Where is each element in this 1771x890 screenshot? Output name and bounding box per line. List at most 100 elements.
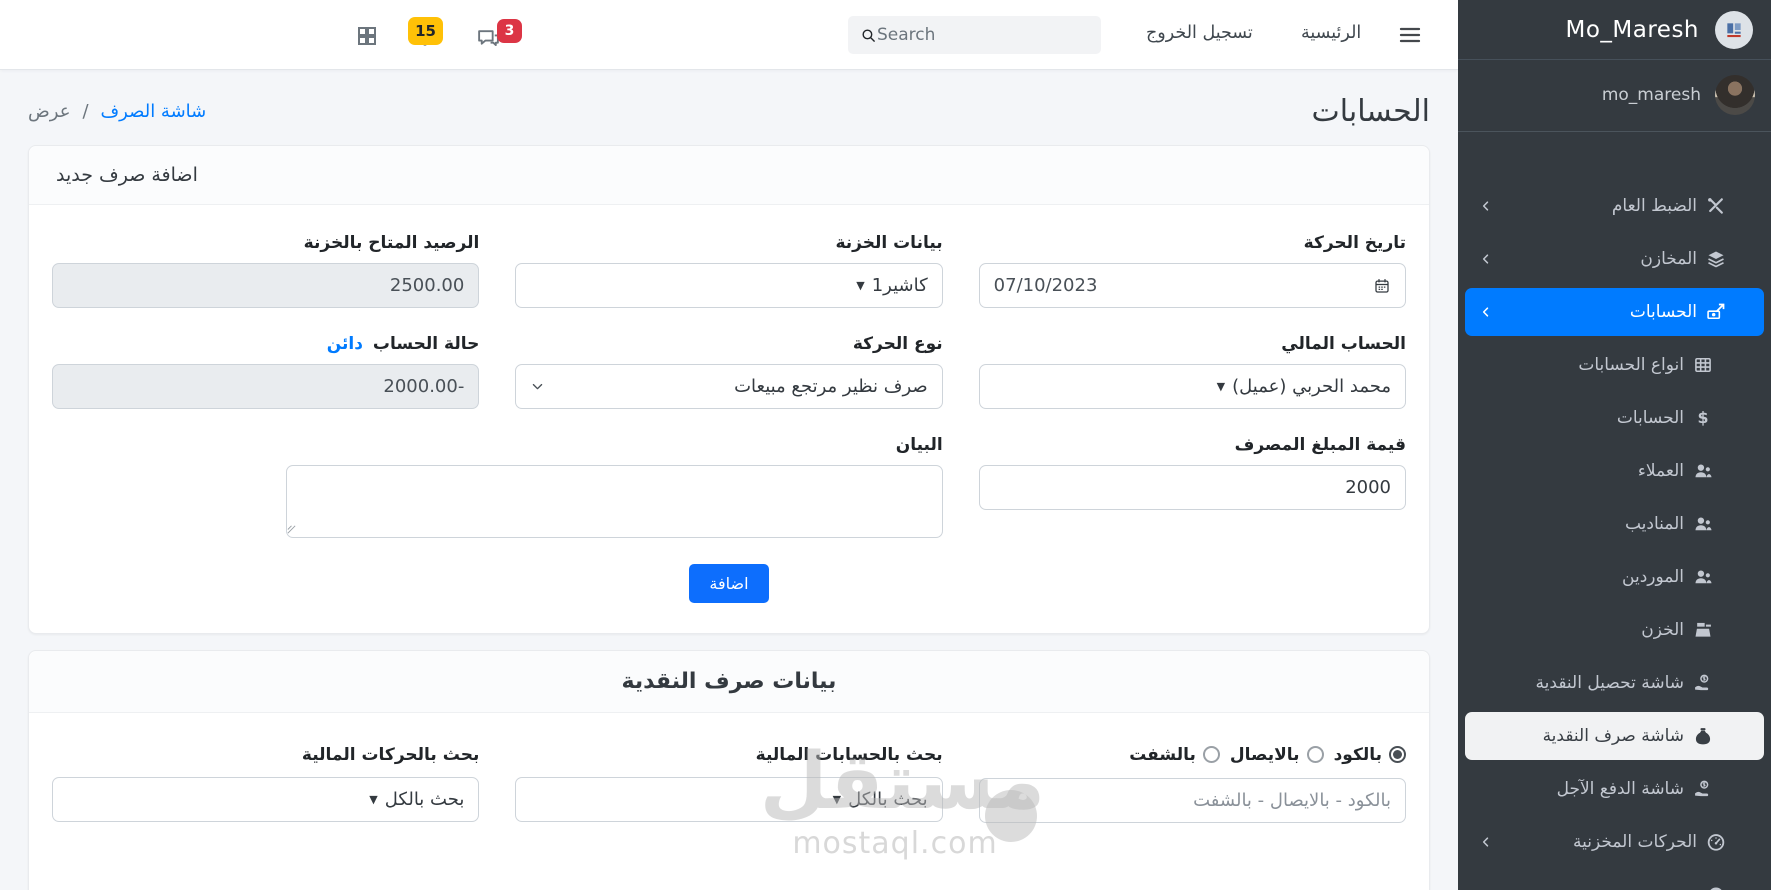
add-expense-card-title: اضافة صرف جديد (29, 146, 1429, 205)
movement-date-label: تاريخ الحركة (1303, 233, 1406, 253)
main-content: الحسابات شاشة الصرف / عرض اضافة صرف جديد… (0, 70, 1458, 890)
sidebar-item-cash-collection-screen[interactable]: شاشة تحصيل النقدية (1465, 659, 1764, 707)
tools-icon (1706, 196, 1726, 216)
caret-down-icon: ▼ (832, 793, 842, 806)
circle-icon (1706, 885, 1726, 890)
treasury-select[interactable]: كاشير1 ▼ (515, 263, 943, 308)
code-search-input[interactable] (978, 778, 1406, 823)
notifications-bell-icon[interactable]: 15 (408, 17, 443, 49)
breadcrumb: شاشة الصرف / عرض (28, 101, 206, 122)
hamburger-menu-icon[interactable] (1398, 23, 1422, 47)
statement-textarea[interactable] (285, 465, 943, 538)
calendar-icon[interactable] (1373, 277, 1391, 295)
field-available-balance: الرصيد المتاح بالخزنة 2500.00 (52, 233, 480, 308)
radio-by-code[interactable]: بالكود (1334, 745, 1406, 765)
sidebar-item-account-types[interactable]: انواع الحسابات (1465, 341, 1764, 389)
apps-grid-icon[interactable] (355, 24, 379, 48)
home-link[interactable]: الرئيسية (1301, 23, 1361, 43)
cash-expense-data-card: بيانات صرف النقدية بالكود بالايصال بالشف… (28, 650, 1430, 890)
handdollar-icon (1693, 779, 1713, 799)
statement-label: البيان (895, 435, 943, 455)
chevron-left-icon (1479, 252, 1493, 266)
field-movement-type: نوع الحركة صرف نظير مرتجع مبيعات (515, 334, 943, 409)
available-balance-value: 2500.00 (389, 275, 465, 296)
handdollar-icon (1693, 673, 1713, 693)
chevron-down-icon (530, 379, 545, 394)
field-accounts-search: بحث بالحسابات المالية بحث بالكل ▼ (515, 741, 943, 823)
movements-search-select[interactable]: بحث بالكل ▼ (52, 777, 480, 822)
sidebar-item-deferred-payment-screen[interactable]: شاشة الدفع الآجل (1465, 765, 1764, 813)
search-bar (848, 16, 1101, 54)
field-treasury: بيانات الخزنة كاشير1 ▼ (515, 233, 943, 308)
sidebar-item-accounts-list[interactable]: الحسابات (1465, 394, 1764, 442)
breadcrumb-link[interactable]: شاشة الصرف (101, 101, 207, 122)
boxes-icon (1706, 249, 1726, 269)
treasury-label: بيانات الخزنة (835, 233, 943, 253)
financial-account-select[interactable]: محمد الحربي (عميل) ▼ (978, 364, 1406, 409)
sidebar-item-general-settings[interactable]: الضبط العام (1465, 182, 1764, 230)
search-mode-radio-group: بالكود بالايصال بالشفت (979, 741, 1406, 768)
breadcrumb-separator: / (82, 101, 89, 122)
sidebar-item-treasuries[interactable]: الخزن (1465, 606, 1764, 654)
sidebar-item-cash-expense-screen[interactable]: شاشة صرف النقدية (1465, 712, 1764, 760)
sidebar-item-partial-item[interactable] (1465, 871, 1764, 890)
sidebar-item-label: شاشة صرف النقدية (1542, 726, 1684, 746)
sidebar-item-accounts[interactable]: الحسابات (1465, 288, 1764, 336)
movement-type-select[interactable]: صرف نظير مرتجع مبيعات (515, 364, 943, 409)
brand[interactable]: Mo_Maresh (1458, 0, 1771, 60)
sidebar-item-label: الحسابات (1629, 302, 1697, 322)
sidebar-item-label: الحركات المخزنية (1573, 832, 1697, 852)
movement-date-input[interactable]: 07/10/2023 (978, 263, 1406, 308)
sidebar-item-warehouses[interactable]: المخازن (1465, 235, 1764, 283)
sidebar-item-label: الخزن (1641, 620, 1684, 640)
sidebar-item-label: انواع الحسابات (1578, 355, 1684, 375)
users-icon (1693, 567, 1713, 587)
topbar: 15 3 تسجيل الخروج الرئيسية (0, 0, 1458, 70)
sidebar-menu: الضبط العام المخازن الحسابات انواع الحسابات… (1458, 132, 1771, 890)
page-title: الحسابات (1311, 94, 1430, 129)
search-icon (860, 27, 877, 44)
account-status-amount-value: -2000.00 (383, 376, 465, 397)
field-amount: قيمة المبلغ المصرف (978, 435, 1406, 538)
sidebar-item-label: الموردين (1622, 567, 1684, 587)
sidebar-item-suppliers[interactable]: الموردين (1465, 553, 1764, 601)
chevron-left-icon (1479, 199, 1493, 213)
sidebar-item-label: شاشة تحصيل النقدية (1535, 673, 1684, 693)
caret-down-icon: ▼ (856, 279, 865, 292)
messages-chat-icon[interactable]: 3 (476, 19, 522, 51)
brand-name: Mo_Maresh (1565, 16, 1699, 43)
sidebar-item-label: الحسابات (1616, 408, 1684, 428)
sidebar-item-label: الضبط العام (1611, 196, 1697, 216)
field-account-status: حالة الحساب دائن -2000.00 (52, 334, 480, 409)
breadcrumb-current: عرض (28, 101, 71, 122)
search-input[interactable] (877, 25, 1096, 45)
radio-icon[interactable] (1202, 746, 1220, 763)
caret-down-icon: ▼ (369, 793, 378, 806)
radio-icon[interactable] (1389, 746, 1406, 763)
available-balance-input: 2500.00 (52, 263, 480, 308)
field-statement: البيان (52, 435, 943, 538)
treasury-value: كاشير1 (871, 275, 928, 296)
sidebar-item-delegates[interactable]: المناديب (1465, 500, 1764, 548)
account-status-amount-input: -2000.00 (52, 364, 480, 409)
account-status-label: حالة الحساب دائن (326, 334, 480, 354)
moneychart-icon (1706, 302, 1726, 322)
user-panel[interactable]: mo_maresh (1458, 60, 1771, 132)
accounts-search-select[interactable]: بحث بالكل ▼ (515, 777, 943, 822)
radio-by-shift[interactable]: بالشفت (1129, 745, 1220, 765)
resize-handle-icon[interactable] (286, 524, 297, 535)
brand-logo-icon (1724, 20, 1744, 40)
available-balance-label: الرصيد المتاح بالخزنة (303, 233, 480, 253)
sidebar-item-label: المناديب (1624, 514, 1684, 534)
radio-icon[interactable] (1306, 746, 1324, 763)
table-icon (1693, 355, 1713, 375)
chevron-left-icon (1479, 835, 1493, 849)
logout-link[interactable]: تسجيل الخروج (1146, 23, 1253, 43)
radio-by-receipt[interactable]: بالايصال (1230, 745, 1324, 765)
amount-input[interactable] (978, 465, 1406, 510)
add-button[interactable]: اضافة (689, 564, 769, 603)
moneybag-icon (1693, 726, 1713, 746)
sidebar-item-customers[interactable]: العملاء (1465, 447, 1764, 495)
movement-date-value: 07/10/2023 (993, 275, 1098, 296)
sidebar-item-stock-movements[interactable]: الحركات المخزنية (1465, 818, 1764, 866)
